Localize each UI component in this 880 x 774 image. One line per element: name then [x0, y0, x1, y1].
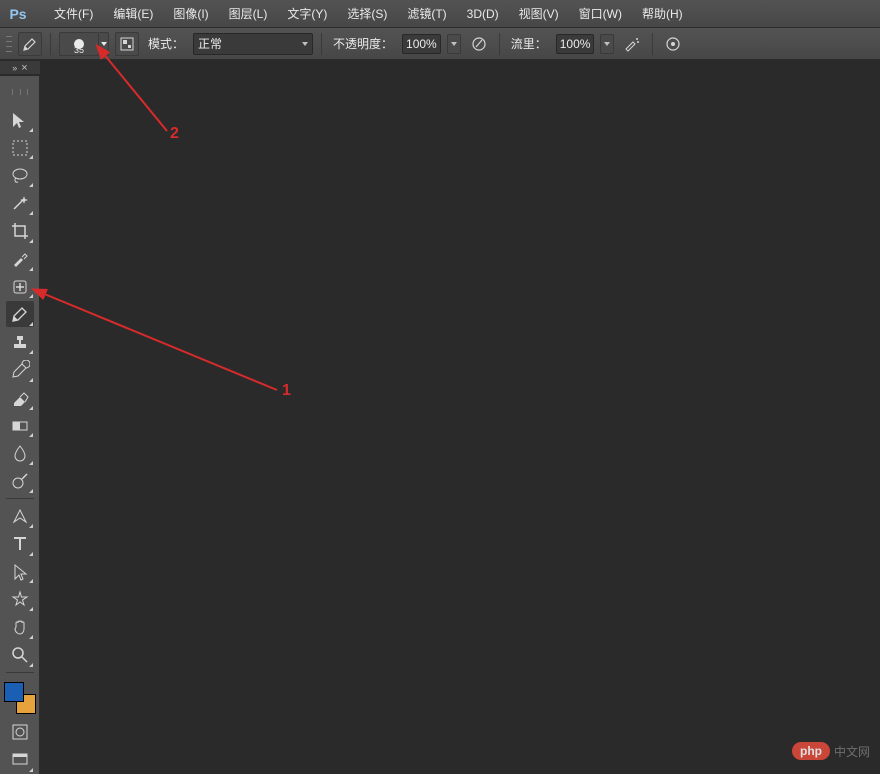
- menu-window[interactable]: 窗口(W): [569, 0, 632, 28]
- airbrush-button[interactable]: [620, 32, 644, 56]
- brush-tool[interactable]: [6, 301, 34, 327]
- flow-dropdown[interactable]: [600, 34, 614, 54]
- menu-bar: Ps 文件(F) 编辑(E) 图像(I) 图层(L) 文字(Y) 选择(S) 滤…: [0, 0, 880, 28]
- menu-edit[interactable]: 编辑(E): [103, 0, 163, 28]
- menu-filter[interactable]: 滤镜(T): [397, 0, 456, 28]
- brush-preset-picker[interactable]: 35: [59, 32, 99, 56]
- menu-view[interactable]: 视图(V): [509, 0, 569, 28]
- menu-text[interactable]: 文字(Y): [277, 0, 337, 28]
- toolbar-tab-well: » ×: [0, 61, 40, 75]
- healing-tool[interactable]: [6, 274, 34, 300]
- menu-select[interactable]: 选择(S): [337, 0, 397, 28]
- color-swatches[interactable]: [4, 682, 36, 714]
- quick-mask-button[interactable]: [6, 720, 34, 746]
- watermark-badge: php: [792, 742, 830, 760]
- toggle-brush-panel-button[interactable]: [115, 32, 139, 56]
- foreground-color-swatch[interactable]: [4, 682, 24, 702]
- shape-tool[interactable]: [6, 586, 34, 612]
- tool-separator: [6, 498, 34, 499]
- tools-grip-icon[interactable]: [10, 89, 30, 95]
- menu-layer[interactable]: 图层(L): [219, 0, 278, 28]
- hand-tool[interactable]: [6, 614, 34, 640]
- blend-mode-value: 正常: [198, 35, 222, 52]
- menu-file[interactable]: 文件(F): [44, 0, 103, 28]
- flow-label: 流里：: [508, 35, 550, 52]
- options-grip-icon[interactable]: [6, 34, 12, 54]
- menu-3d[interactable]: 3D(D): [457, 0, 509, 28]
- pen-tool[interactable]: [6, 503, 34, 529]
- chevron-down-icon: [302, 42, 308, 46]
- type-tool[interactable]: [6, 531, 34, 557]
- blend-mode-select[interactable]: 正常: [193, 33, 313, 55]
- menu-image[interactable]: 图像(I): [163, 0, 218, 28]
- dodge-tool[interactable]: [6, 468, 34, 494]
- pressure-size-button[interactable]: [661, 32, 685, 56]
- menu-help[interactable]: 帮助(H): [632, 0, 693, 28]
- flow-input[interactable]: 100%: [556, 34, 595, 54]
- tool-separator: [6, 672, 34, 673]
- watermark-text: 中文网: [834, 743, 870, 760]
- current-tool-icon[interactable]: [18, 32, 42, 56]
- history-brush-tool[interactable]: [6, 357, 34, 383]
- path-select-tool[interactable]: [6, 559, 34, 585]
- options-bar: 35 模式： 正常 不透明度： 100% 流里： 100%: [0, 28, 880, 60]
- move-tool[interactable]: [6, 107, 34, 133]
- opacity-dropdown[interactable]: [447, 34, 461, 54]
- brush-preset-dropdown[interactable]: [99, 32, 109, 56]
- brush-size-value: 35: [74, 45, 84, 55]
- pressure-opacity-button[interactable]: [467, 32, 491, 56]
- crop-tool[interactable]: [6, 218, 34, 244]
- blur-tool[interactable]: [6, 440, 34, 466]
- gradient-tool[interactable]: [6, 413, 34, 439]
- opacity-label: 不透明度：: [330, 35, 396, 52]
- canvas-area[interactable]: [40, 61, 880, 774]
- stamp-tool[interactable]: [6, 329, 34, 355]
- close-icon[interactable]: ×: [21, 62, 27, 74]
- eyedropper-tool[interactable]: [6, 246, 34, 272]
- eraser-tool[interactable]: [6, 385, 34, 411]
- mode-label: 模式：: [145, 35, 187, 52]
- opacity-value: 100%: [406, 37, 437, 51]
- tools-panel: [0, 76, 40, 774]
- wand-tool[interactable]: [6, 190, 34, 216]
- flow-value: 100%: [560, 37, 591, 51]
- zoom-tool[interactable]: [6, 642, 34, 668]
- app-logo: Ps: [6, 4, 30, 24]
- expand-icon[interactable]: »: [12, 63, 17, 73]
- lasso-tool[interactable]: [6, 162, 34, 188]
- watermark: php 中文网: [792, 742, 870, 760]
- screen-mode-button[interactable]: [6, 747, 34, 773]
- opacity-input[interactable]: 100%: [402, 34, 441, 54]
- marquee-tool[interactable]: [6, 135, 34, 161]
